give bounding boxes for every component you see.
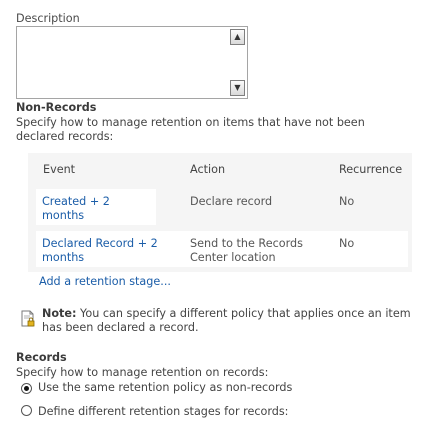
non-records-description: Specify how to manage retention on items… — [16, 116, 365, 143]
add-retention-stage-link[interactable]: Add a retention stage... — [39, 275, 171, 288]
column-header-event: Event — [43, 163, 76, 176]
records-title: Records — [16, 351, 67, 364]
radio-same-policy-label[interactable]: Use the same retention policy as non-rec… — [38, 381, 292, 394]
scroll-down-icon[interactable]: ▼ — [230, 80, 245, 96]
table-row-2-event-link[interactable]: Declared Record + 2 months — [42, 237, 162, 265]
note-label: Note: — [42, 307, 77, 320]
records-description: Specify how to manage retention on recor… — [16, 366, 269, 379]
radio-different-stages-label[interactable]: Define different retention stages for re… — [38, 405, 288, 418]
description-label: Description — [16, 12, 80, 25]
table-row-1-action: Declare record — [190, 195, 273, 208]
description-textarea[interactable]: ▲ ▼ — [16, 26, 248, 99]
table-row-1-event-link[interactable]: Created + 2 months — [42, 195, 152, 223]
table-row-2-recurrence: No — [339, 237, 355, 250]
column-header-recurrence: Recurrence — [339, 163, 403, 176]
note-text: Note: You can specify a different policy… — [42, 307, 414, 335]
radio-same-policy[interactable] — [21, 383, 32, 394]
table-row-2-action: Send to the Records Center location — [190, 237, 303, 264]
note-body: You can specify a different policy that … — [42, 307, 411, 334]
note-icon — [21, 310, 35, 327]
scroll-up-icon[interactable]: ▲ — [230, 29, 245, 45]
radio-different-stages[interactable] — [21, 405, 32, 416]
column-header-action: Action — [190, 163, 226, 176]
table-row-1-recurrence: No — [339, 195, 355, 208]
non-records-title: Non-Records — [16, 101, 97, 114]
